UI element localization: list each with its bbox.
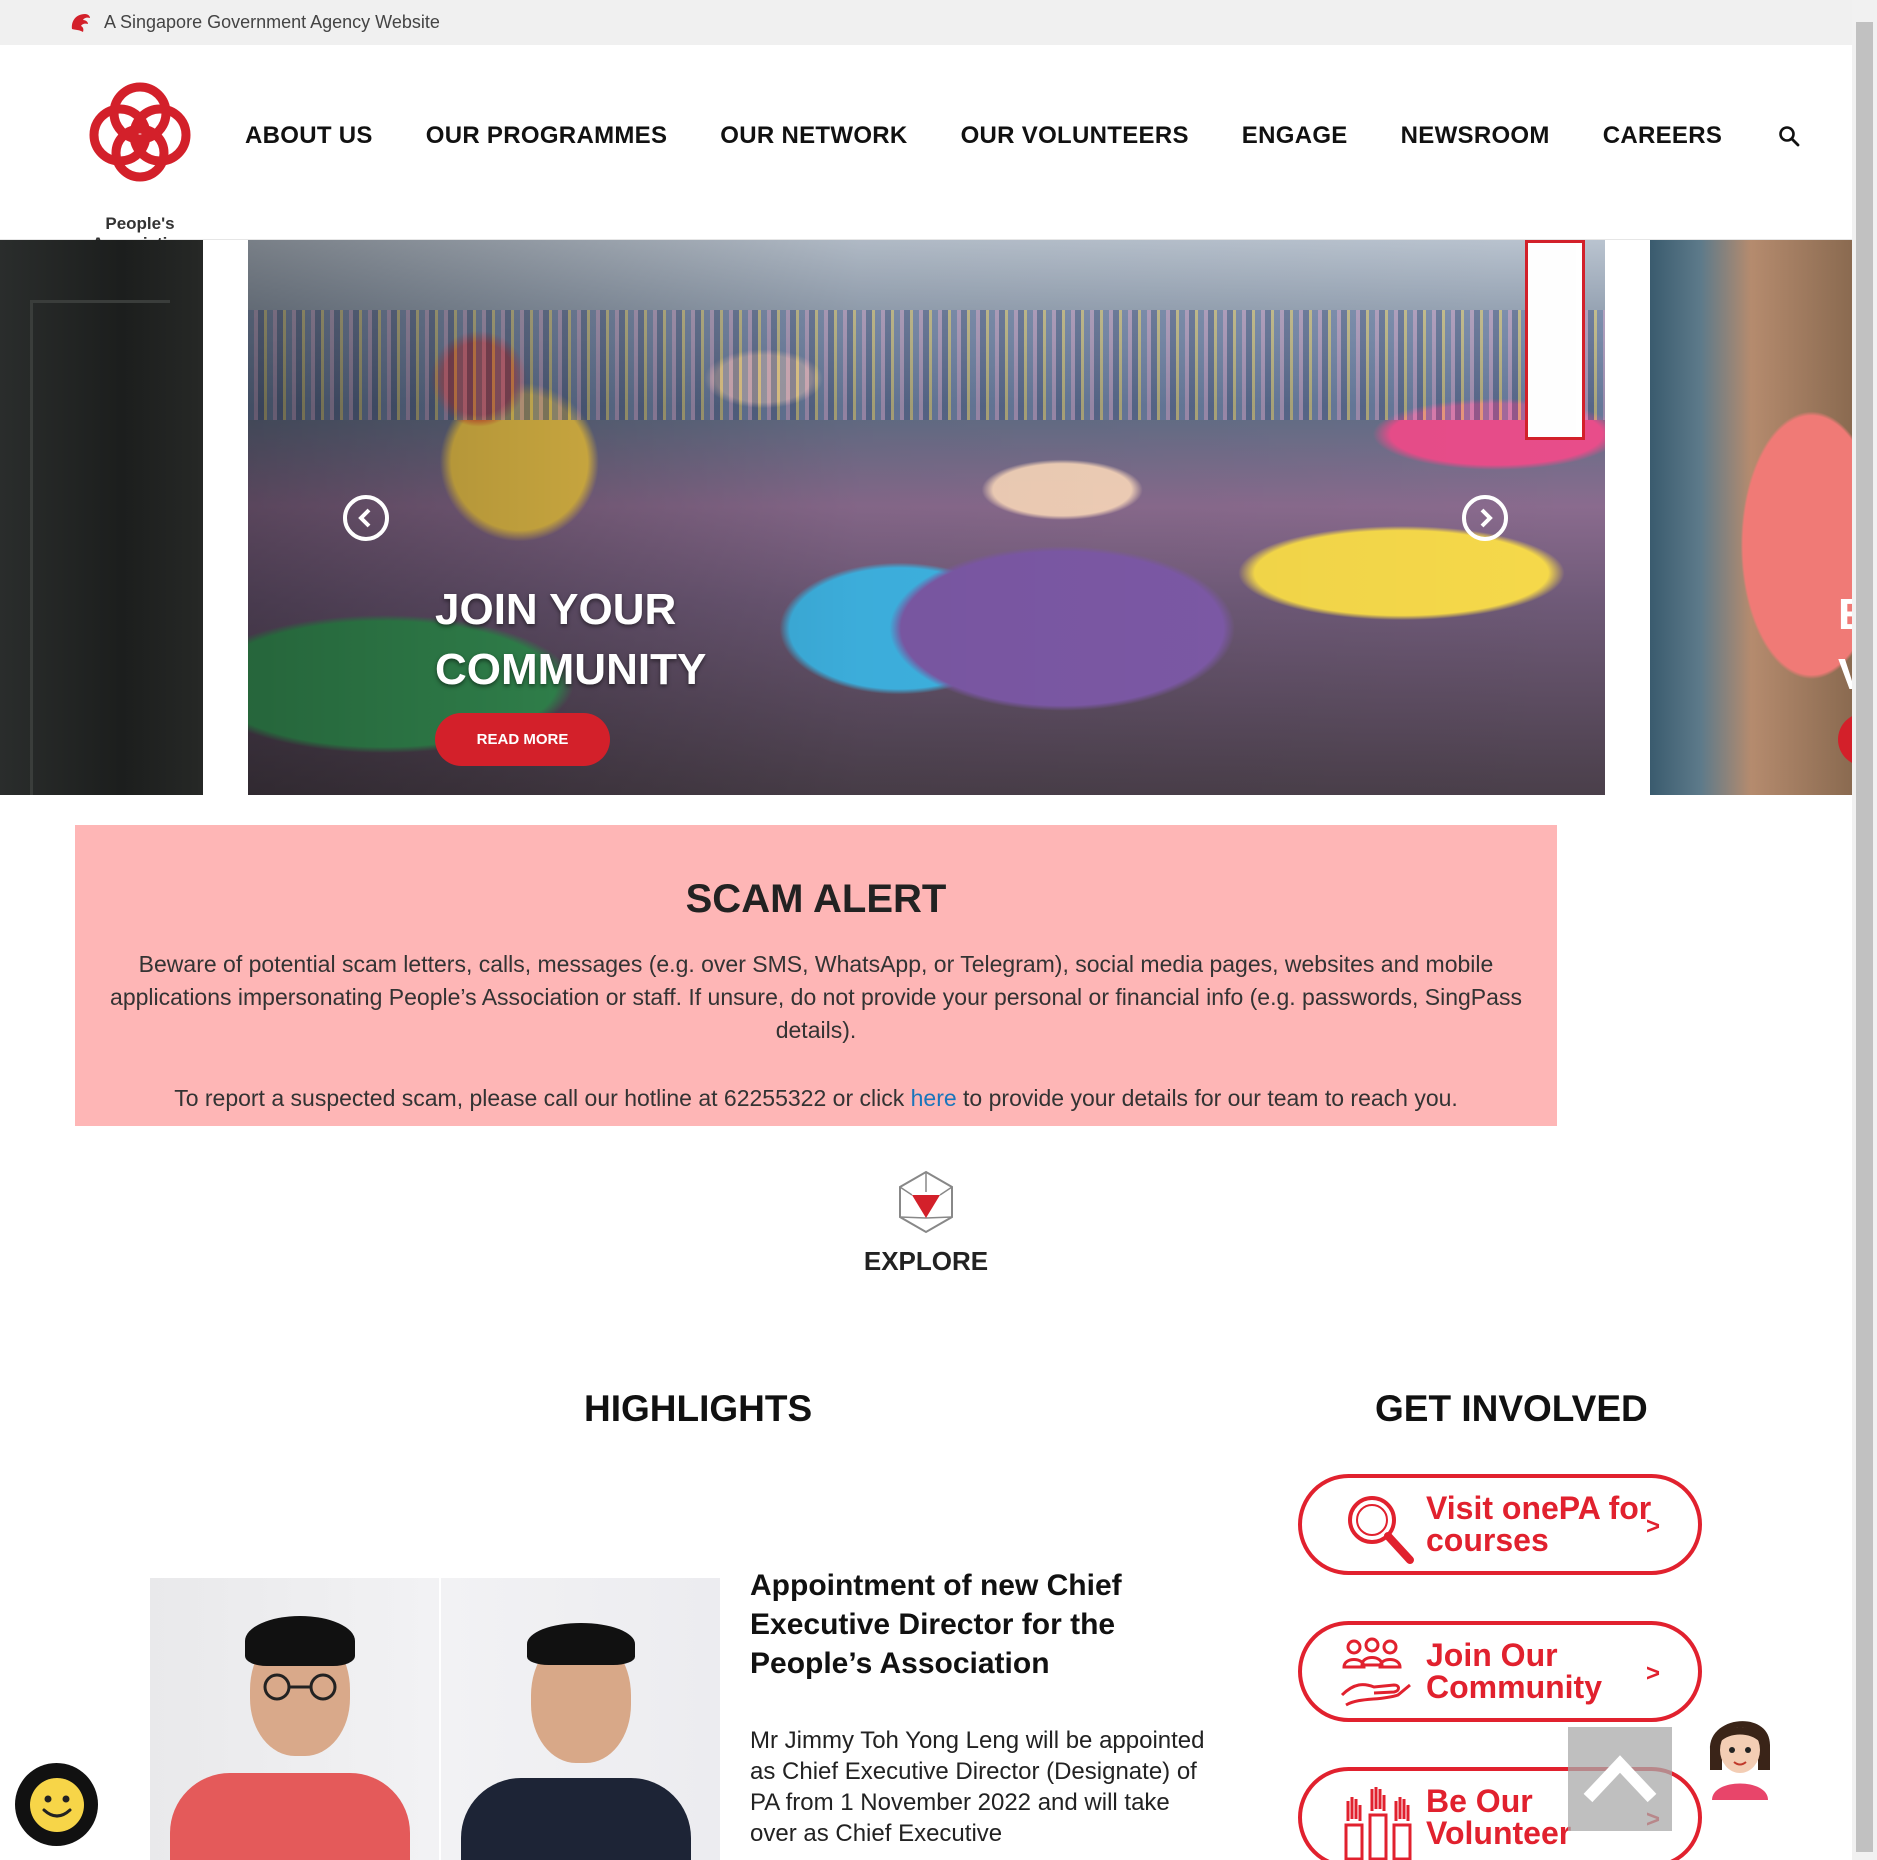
highlight-article-text: Mr Jimmy Toh Yong Leng will be appointed… bbox=[750, 1727, 1205, 1847]
scam-alert-title: SCAM ALERT bbox=[685, 877, 947, 921]
explore-section[interactable]: EXPLORE bbox=[0, 1170, 1852, 1277]
scrollbar-thumb[interactable] bbox=[1856, 22, 1873, 1852]
visit-onepa-button[interactable]: Visit onePA for courses > bbox=[1298, 1474, 1702, 1575]
scam-report-text: To report a suspected scam, please call … bbox=[174, 1085, 1458, 1111]
highlights-title: HIGHLIGHTS bbox=[584, 1388, 813, 1429]
chevron-left-circle-icon[interactable] bbox=[343, 495, 389, 541]
get-involved-title: GET INVOLVED bbox=[1375, 1388, 1648, 1429]
pa-logo[interactable]: People's Association bbox=[60, 73, 220, 253]
nav-newsroom[interactable]: NEWSROOM bbox=[1401, 122, 1550, 150]
visit-onepa-label: Visit onePA for courses bbox=[1426, 1490, 1652, 1558]
nav-about-us[interactable]: ABOUT US bbox=[245, 122, 373, 150]
highlight-article-heading[interactable]: Appointment of new Chief Executive Direc… bbox=[750, 1566, 1170, 1683]
lion-head-icon bbox=[71, 13, 90, 32]
chevron-right-circle-icon[interactable] bbox=[1462, 495, 1508, 541]
smiley-icon bbox=[29, 1777, 84, 1832]
nav-our-volunteers[interactable]: OUR VOLUNTEERS bbox=[961, 122, 1189, 150]
hero-carousel: JOIN YOUR COMMUNITY READ MORE E V bbox=[0, 240, 1852, 795]
chatbot-avatar-icon[interactable] bbox=[1700, 1700, 1780, 1800]
page-scrollbar[interactable] bbox=[1852, 0, 1877, 1860]
page: A Singapore Government Agency Website Pe… bbox=[0, 0, 1877, 1860]
raised-hands-icon bbox=[1344, 1787, 1412, 1860]
slide-title: JOIN YOUR COMMUNITY bbox=[435, 585, 707, 694]
scam-alert-box: SCAM ALERT Beware of potential scam lett… bbox=[75, 825, 1557, 1126]
site-header: People's Association ABOUT US OUR PROGRA… bbox=[0, 45, 1852, 253]
join-community-button[interactable]: Join Our Community > bbox=[1298, 1621, 1702, 1722]
masthead-text: A Singapore Government Agency Website bbox=[104, 12, 440, 32]
search-icon[interactable] bbox=[1778, 125, 1800, 147]
magnifier-icon bbox=[1348, 1496, 1414, 1564]
pa-logo-mark bbox=[89, 82, 191, 182]
chevron-right-icon: > bbox=[1645, 1513, 1660, 1540]
gov-masthead: A Singapore Government Agency Website bbox=[0, 0, 1852, 45]
carousel-prev-slide-peek[interactable] bbox=[0, 240, 203, 795]
carousel-active-slide[interactable]: JOIN YOUR COMMUNITY READ MORE bbox=[248, 240, 1605, 795]
chevron-up-icon bbox=[1583, 1755, 1657, 1803]
nav-our-network[interactable]: OUR NETWORK bbox=[720, 122, 907, 150]
nav-engage[interactable]: ENGAGE bbox=[1242, 122, 1348, 150]
carousel-next-slide-peek[interactable]: E V bbox=[1650, 240, 1852, 795]
nav-careers[interactable]: CAREERS bbox=[1603, 122, 1722, 150]
back-to-top-button[interactable] bbox=[1568, 1727, 1672, 1831]
feedback-smiley-button[interactable] bbox=[15, 1763, 98, 1846]
scam-report-link[interactable]: here bbox=[911, 1085, 957, 1111]
read-more-button[interactable]: READ MORE bbox=[435, 713, 610, 766]
scam-alert-text: Beware of potential scam letters, calls,… bbox=[110, 951, 1522, 1043]
main-nav: ABOUT US OUR PROGRAMMES OUR NETWORK OUR … bbox=[245, 122, 1800, 150]
nav-our-programmes[interactable]: OUR PROGRAMMES bbox=[426, 122, 668, 150]
community-hands-icon bbox=[1340, 1637, 1411, 1707]
highlight-photo[interactable] bbox=[150, 1578, 720, 1860]
chevron-right-icon: > bbox=[1645, 1660, 1660, 1687]
explore-icon bbox=[899, 1170, 953, 1234]
join-community-label: Join Our Community bbox=[1426, 1637, 1602, 1705]
explore-label: EXPLORE bbox=[863, 1246, 989, 1276]
